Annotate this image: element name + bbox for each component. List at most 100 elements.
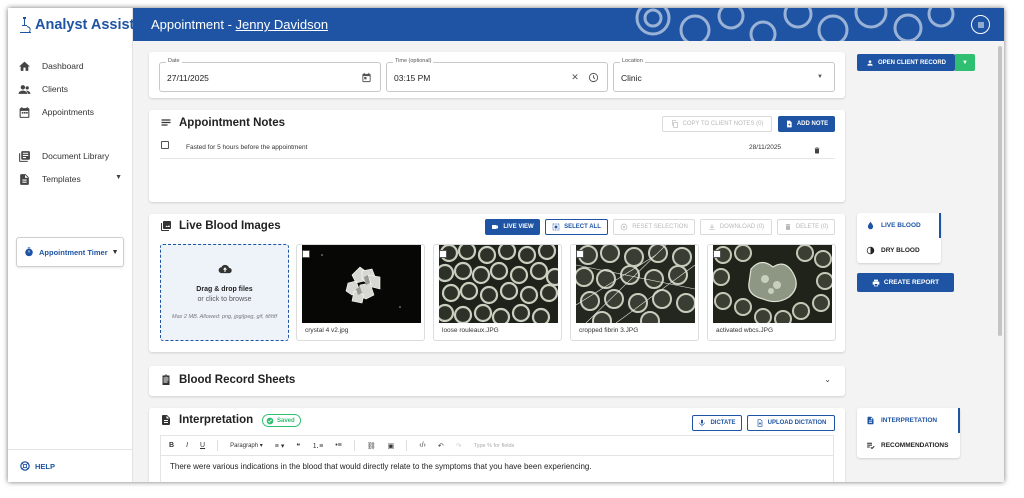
live-view-button[interactable]: LIVE VIEW (485, 219, 540, 235)
menu-icon (977, 22, 984, 27)
tab-interpretation[interactable]: INTERPRETATION (857, 408, 960, 433)
select-all-icon (552, 223, 560, 231)
dictate-label: DICTATE (710, 420, 736, 426)
appointment-notes-card: Appointment Notes COPY TO CLIENT NOTES (… (149, 110, 845, 202)
chevron-down-icon: ▼ (111, 248, 119, 256)
sidebar-item-dashboard[interactable]: Dashboard (8, 56, 132, 76)
sidebar-item-label: Document Library (42, 151, 110, 161)
tab-live-blood[interactable]: LIVE BLOOD (857, 213, 941, 238)
location-select[interactable]: Location Clinic ▼ (613, 58, 835, 92)
image-icon[interactable]: ▣ (388, 442, 395, 450)
sidebar-item-appointments[interactable]: Appointments (8, 102, 132, 122)
image-checkbox[interactable] (439, 250, 447, 258)
location-label: Location (620, 58, 645, 64)
upload-dictation-button[interactable]: UPLOAD DICTATION (747, 415, 835, 431)
image-checkbox[interactable] (302, 250, 310, 258)
client-record-dropdown-button[interactable]: ▼ (955, 54, 975, 71)
help-button[interactable]: HELP (8, 449, 132, 482)
chevron-down-icon[interactable]: ⌄ (824, 375, 831, 384)
create-report-button[interactable]: CREATE REPORT (857, 273, 954, 292)
clock-icon[interactable] (587, 71, 599, 83)
link-icon[interactable]: ⛓ (367, 442, 376, 450)
code-icon[interactable]: ‹/› (419, 442, 426, 449)
printer-icon (872, 279, 880, 286)
image-caption: cropped fibrin 3.JPG (579, 327, 639, 334)
numbered-list-icon[interactable]: ⒈≡ (312, 441, 323, 451)
video-camera-icon (492, 225, 499, 229)
redo-icon[interactable]: ↷ (456, 442, 462, 450)
download-label: DOWNLOAD (0) (719, 224, 765, 230)
undo-icon[interactable]: ↶ (438, 442, 444, 450)
microphone-icon (699, 419, 706, 427)
blood-record-sheets-card[interactable]: Blood Record Sheets ⌄ (149, 366, 845, 396)
images-title-text: Live Blood Images (179, 220, 281, 232)
image-checkbox[interactable] (576, 250, 584, 258)
note-checkbox[interactable] (161, 141, 169, 149)
toolbar-divider (353, 440, 355, 451)
person-icon (867, 59, 873, 66)
paragraph-select[interactable]: Paragraph ▾ (230, 442, 263, 449)
record-sheets-title-text: Blood Record Sheets (179, 374, 296, 386)
microscope-image (576, 245, 695, 323)
sidebar-item-label: Appointments (42, 107, 94, 117)
open-client-record-button[interactable]: OPEN CLIENT RECORD (857, 54, 955, 71)
align-icon[interactable]: ≡ ▾ (275, 442, 285, 450)
time-field[interactable]: Time (optional) 03:15 PM ✕ (386, 58, 608, 92)
underline-button[interactable]: U (200, 442, 205, 449)
app-logo[interactable]: Analyst Assist (18, 14, 134, 36)
interpretation-editor[interactable]: There were various indications in the bl… (160, 455, 834, 482)
quote-icon[interactable]: ❝ (296, 442, 300, 450)
image-thumbnail-loose-rouleaux[interactable]: loose rouleaux.JPG (433, 244, 562, 341)
calendar-icon (17, 105, 31, 119)
date-field[interactable]: Date 27/11/2025 (159, 58, 381, 92)
appointment-timer-button[interactable]: Appointment Timer ▼ (16, 237, 124, 267)
title-prefix: Appointment - (151, 17, 236, 32)
tab-label: RECOMMENDATIONS (881, 442, 949, 449)
download-button[interactable]: DOWNLOAD (0) (700, 219, 772, 235)
client-name-link[interactable]: Jenny Davidson (236, 17, 329, 32)
reset-selection-button[interactable]: RESET SELECTION (613, 219, 695, 235)
live-view-label: LIVE VIEW (503, 224, 534, 230)
delete-images-button[interactable]: DELETE (0) (777, 219, 835, 235)
saved-badge-label: Saved (277, 417, 295, 424)
upload-file-icon (757, 419, 762, 427)
image-checkbox[interactable] (713, 250, 721, 258)
bullet-list-icon[interactable]: •≡ (335, 442, 342, 449)
delete-icon[interactable] (813, 142, 821, 154)
app-name: Analyst Assist (35, 17, 135, 33)
people-icon (17, 82, 31, 96)
images-icon (161, 221, 171, 231)
timer-label: Appointment Timer (39, 247, 108, 257)
dropzone-note: Max 2 MB. Allowed: png, jpg/jpeg, gif, t… (172, 314, 277, 320)
tab-recommendations[interactable]: RECOMMENDATIONS (857, 433, 960, 458)
clear-icon[interactable]: ✕ (569, 71, 581, 83)
add-note-icon (786, 120, 792, 128)
open-client-record-label: OPEN CLIENT RECORD (877, 59, 946, 66)
tab-dry-blood[interactable]: DRY BLOOD (857, 238, 941, 263)
sidebar-item-clients[interactable]: Clients (8, 79, 132, 99)
image-thumbnail-crystal[interactable]: crystal 4 v2.jpg (296, 244, 425, 341)
copy-to-client-notes-button[interactable]: COPY TO CLIENT NOTES (0) (662, 116, 772, 132)
chevron-down-icon: ▼ (115, 174, 122, 181)
notes-title: Appointment Notes (160, 117, 285, 129)
checklist-icon (867, 442, 875, 450)
page-header: Appointment - Jenny Davidson (133, 8, 1004, 41)
scrollbar[interactable] (998, 46, 1002, 336)
editor-toolbar: B I U Paragraph ▾ ≡ ▾ ❝ ⒈≡ •≡ ⛓ ▣ ‹/› ↶ … (160, 435, 834, 455)
half-circle-icon (866, 246, 875, 255)
image-thumbnail-cropped-fibrin[interactable]: cropped fibrin 3.JPG (570, 244, 699, 341)
calendar-icon[interactable] (360, 71, 372, 83)
italic-button[interactable]: I (186, 442, 188, 449)
drop-icon (867, 221, 874, 230)
sidebar-item-document-library[interactable]: Document Library (8, 146, 132, 166)
bold-button[interactable]: B (169, 442, 174, 449)
header-decoration (635, 8, 955, 41)
sidebar-item-templates[interactable]: Templates ▼ (8, 169, 132, 189)
menu-button[interactable] (971, 15, 990, 34)
dictate-button[interactable]: DICTATE (692, 415, 742, 431)
select-all-button[interactable]: SELECT ALL (545, 219, 608, 235)
add-note-button[interactable]: ADD NOTE (778, 116, 835, 132)
file-dropzone[interactable]: Drag & drop files or click to browse Max… (160, 244, 289, 341)
image-caption: crystal 4 v2.jpg (305, 327, 349, 334)
image-thumbnail-activated-wbcs[interactable]: activated wbcs.JPG (707, 244, 836, 341)
